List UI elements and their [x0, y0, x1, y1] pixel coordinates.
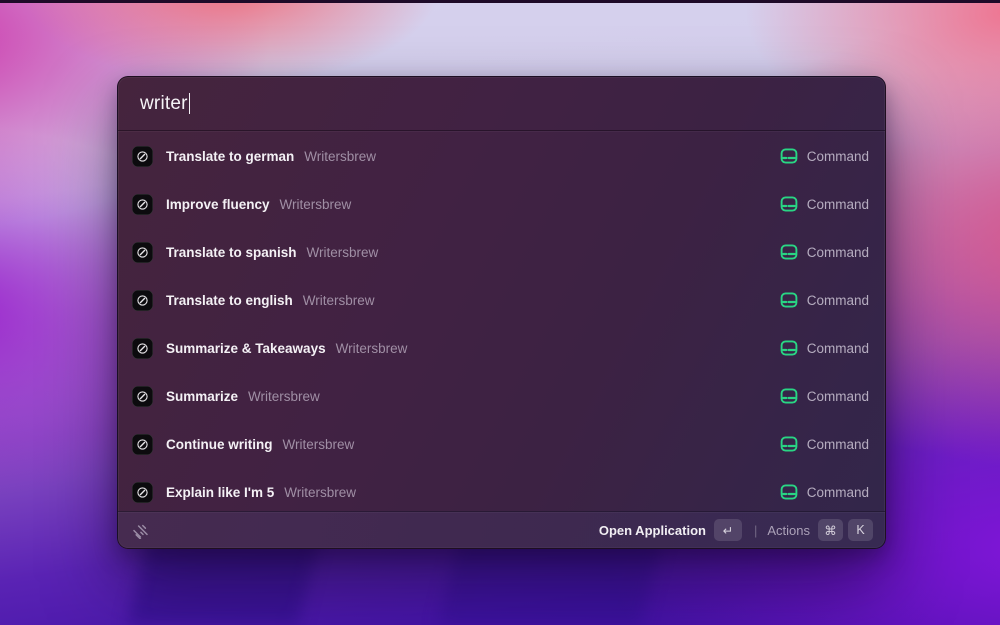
result-type-label: Command: [806, 484, 869, 500]
result-type-label: Command: [806, 244, 869, 260]
result-title: Explain like I'm 5: [166, 484, 275, 500]
result-title: Improve fluency: [166, 196, 270, 212]
writersbrew-app-icon: [132, 481, 153, 503]
result-type-label: Command: [806, 340, 869, 356]
text-caret: [188, 93, 191, 114]
writersbrew-app-icon: [132, 289, 153, 311]
result-app-name: Writersbrew: [282, 436, 355, 452]
result-app-name: Writersbrew: [248, 388, 320, 404]
list-item[interactable]: Summarize & Takeaways Writersbrew Comman…: [118, 324, 885, 372]
command-icon: [780, 291, 798, 309]
result-app-name: Writersbrew: [284, 484, 357, 500]
result-type-label: Command: [806, 436, 869, 452]
raycast-logo-icon: [130, 520, 151, 541]
result-app-name: Writersbrew: [279, 196, 352, 212]
list-item[interactable]: Translate to spanish Writersbrew Command: [118, 228, 885, 276]
list-item[interactable]: Explain like I'm 5 Writersbrew Command: [118, 468, 885, 511]
command-icon: [780, 147, 798, 165]
results-list: Translate to german Writersbrew Command …: [118, 131, 885, 511]
result-title: Translate to spanish: [166, 244, 297, 260]
screen-top-edge: [0, 0, 1000, 3]
result-type-label: Command: [806, 196, 869, 212]
footer-bar: Open Application ↵ | Actions ⌘ K: [118, 511, 885, 548]
command-icon: [780, 243, 798, 261]
primary-action-label[interactable]: Open Application: [599, 523, 706, 538]
command-icon: [780, 483, 798, 501]
list-item[interactable]: Translate to english Writersbrew Command: [118, 276, 885, 324]
return-key-badge[interactable]: ↵: [713, 519, 742, 541]
command-icon: [780, 195, 798, 213]
actions-button[interactable]: Actions: [767, 523, 810, 538]
result-title: Summarize: [166, 388, 239, 404]
result-type-label: Command: [806, 292, 869, 308]
list-item[interactable]: Summarize Writersbrew Command: [118, 372, 885, 420]
list-item[interactable]: Translate to german Writersbrew Command: [118, 132, 885, 180]
result-title: Summarize & Takeaways: [166, 340, 326, 356]
command-icon: [780, 387, 798, 405]
writersbrew-app-icon: [132, 337, 153, 359]
result-app-name: Writersbrew: [302, 292, 375, 308]
result-app-name: Writersbrew: [304, 148, 377, 164]
list-item[interactable]: Continue writing Writersbrew Command: [118, 420, 885, 468]
k-key-badge[interactable]: K: [848, 519, 873, 541]
writersbrew-app-icon: [132, 145, 153, 167]
search-input[interactable]: writer: [118, 77, 885, 131]
result-app-name: Writersbrew: [306, 244, 379, 260]
command-icon: [780, 339, 798, 357]
list-item[interactable]: Improve fluency Writersbrew Command: [118, 180, 885, 228]
writersbrew-app-icon: [132, 193, 153, 215]
writersbrew-app-icon: [132, 433, 153, 455]
result-title: Continue writing: [166, 436, 273, 452]
result-app-name: Writersbrew: [335, 340, 408, 356]
result-type-label: Command: [806, 148, 869, 164]
search-query-text: writer: [140, 92, 188, 114]
cmd-key-badge[interactable]: ⌘: [818, 519, 843, 541]
writersbrew-app-icon: [132, 241, 153, 263]
command-icon: [780, 435, 798, 453]
result-type-label: Command: [806, 388, 869, 404]
result-title: Translate to english: [166, 292, 293, 308]
footer-divider: |: [753, 522, 758, 538]
result-title: Translate to german: [166, 148, 295, 164]
launcher-window: writer Translate to german Writersbrew C…: [117, 76, 886, 549]
writersbrew-app-icon: [132, 385, 153, 407]
